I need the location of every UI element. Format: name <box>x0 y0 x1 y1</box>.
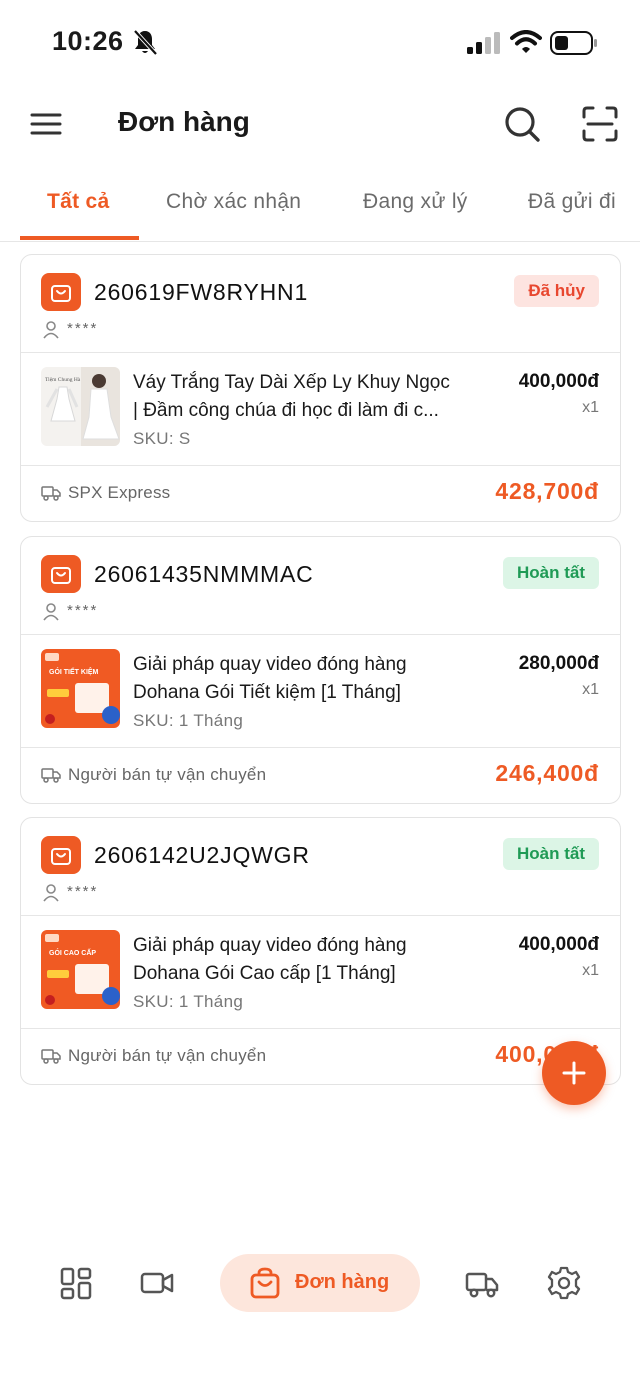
order-code: 2606142U2JQWGR <box>94 842 310 868</box>
video-icon[interactable] <box>140 1266 174 1300</box>
product-name: Váy Trắng Tay Dài Xếp Ly Khuy Ngọc | Đầm… <box>133 372 450 421</box>
shopping-bag-icon <box>41 836 81 874</box>
product-quantity: x1 <box>582 962 599 979</box>
settings-icon[interactable] <box>547 1266 581 1300</box>
order-total: 428,700đ <box>495 478 599 504</box>
menu-icon[interactable] <box>28 108 64 140</box>
shipping-method: Người bán tự vận chuyển <box>68 765 267 784</box>
user-icon <box>43 321 59 339</box>
order-header: 26061435NMMMAC **** Hoàn tất <box>21 537 620 635</box>
shopping-bag-icon <box>41 273 81 311</box>
product-price: 280,000đ <box>518 653 599 674</box>
order-footer: Người bán tự vận chuyển 246,400đ <box>21 747 620 805</box>
order-header: 2606142U2JQWGR **** Hoàn tất <box>21 818 620 916</box>
battery-icon <box>550 31 597 55</box>
nav-orders-label: Đơn hàng <box>295 1271 390 1293</box>
tab-pending-confirmation[interactable]: Chờ xác nhận <box>166 190 301 214</box>
status-badge: Hoàn tất <box>503 838 599 870</box>
nav-orders[interactable]: Đơn hàng <box>220 1254 420 1312</box>
plus-icon <box>562 1061 586 1085</box>
wifi-icon <box>510 30 542 53</box>
shopping-bag-icon <box>41 555 81 593</box>
truck-icon <box>41 486 61 501</box>
product-name: Giải pháp quay video đóng hàng Dohana Gó… <box>133 654 407 703</box>
shipping-method: SPX Express <box>68 483 171 502</box>
order-card[interactable]: 260619FW8RYHN1 **** Đã hủy Tiệm Chung Hà… <box>20 254 621 522</box>
order-card[interactable]: 26061435NMMMAC **** Hoàn tất GÓI TIẾT KI… <box>20 536 621 804</box>
scan-icon[interactable] <box>580 104 620 144</box>
search-icon[interactable] <box>502 104 542 144</box>
order-footer: SPX Express 428,700đ <box>21 465 620 523</box>
order-card[interactable]: 2606142U2JQWGR **** Hoàn tất GÓI CAO CẤP… <box>20 817 621 1085</box>
active-tab-indicator <box>20 236 139 240</box>
cellular-signal-icon <box>467 32 500 54</box>
user-icon <box>43 884 59 902</box>
product-thumbnail: GÓI CAO CẤP <box>41 930 120 1009</box>
user-icon <box>43 603 59 621</box>
status-badge: Đã hủy <box>514 275 599 307</box>
page-title: Đơn hàng <box>118 106 250 137</box>
orders-icon <box>250 1267 280 1299</box>
bell-off-icon <box>133 29 158 56</box>
product-sku: SKU: 1 Tháng <box>133 992 244 1011</box>
truck-icon <box>41 768 61 783</box>
tab-all[interactable]: Tất cả <box>47 190 110 214</box>
product-quantity: x1 <box>582 681 599 698</box>
tab-shipped[interactable]: Đã gửi đi <box>528 190 616 214</box>
product-sku: SKU: S <box>133 429 191 448</box>
product-sku: SKU: 1 Tháng <box>133 711 244 730</box>
order-footer: Người bán tự vận chuyển 400,000đ <box>21 1028 620 1086</box>
add-order-button[interactable] <box>542 1041 606 1105</box>
order-code: 260619FW8RYHN1 <box>94 279 309 305</box>
product-name: Giải pháp quay video đóng hàng Dohana Gó… <box>133 935 407 984</box>
svg-text:Tiệm Chung Hà: Tiệm Chung Hà <box>45 377 81 383</box>
truck-icon[interactable] <box>465 1266 499 1300</box>
customer-name: **** <box>67 883 99 900</box>
customer-name: **** <box>67 320 99 337</box>
customer-name: **** <box>67 602 99 619</box>
product-price: 400,000đ <box>518 371 599 392</box>
order-status-tabs: Tất cả Chờ xác nhận Đang xử lý Đã gửi đi <box>0 170 640 242</box>
status-time: 10:26 <box>52 26 124 56</box>
order-total: 246,400đ <box>495 760 599 786</box>
order-code: 26061435NMMMAC <box>94 561 314 587</box>
tab-processing[interactable]: Đang xử lý <box>363 190 468 214</box>
bottom-navigation: Đơn hàng <box>0 1240 640 1330</box>
truck-icon <box>41 1049 61 1064</box>
status-badge: Hoàn tất <box>503 557 599 589</box>
product-quantity: x1 <box>582 399 599 416</box>
product-thumbnail: Tiệm Chung Hà <box>41 367 120 446</box>
shipping-method: Người bán tự vận chuyển <box>68 1046 267 1065</box>
product-thumbnail: GÓI TIẾT KIỆM <box>41 649 120 728</box>
order-header: 260619FW8RYHN1 **** Đã hủy <box>21 255 620 353</box>
product-price: 400,000đ <box>518 934 599 955</box>
status-bar: 10:26 <box>0 0 640 86</box>
dashboard-icon[interactable] <box>59 1266 93 1300</box>
app-header: Đơn hàng <box>0 86 640 166</box>
